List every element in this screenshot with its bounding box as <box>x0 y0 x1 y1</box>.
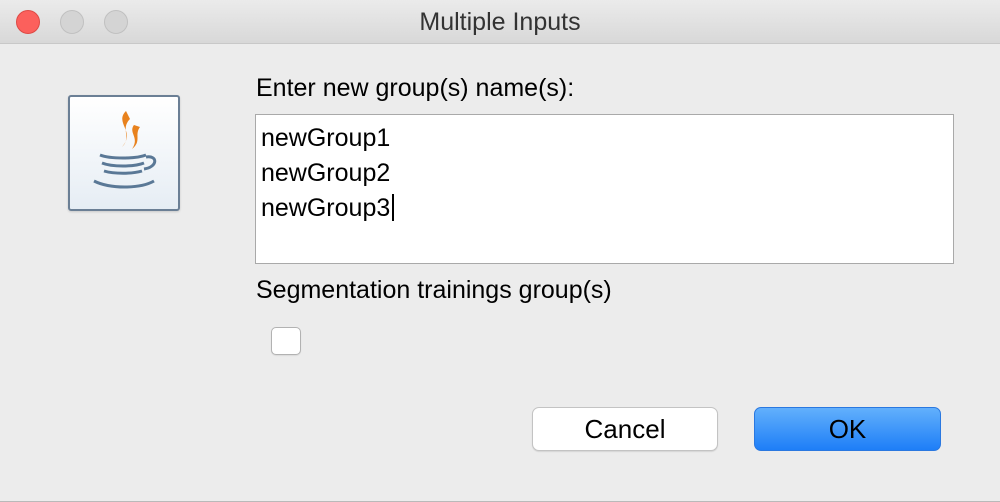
text-caret <box>392 194 395 221</box>
group-name-line: newGroup2 <box>261 159 391 187</box>
group-names-label: Enter new group(s) name(s): <box>256 74 575 102</box>
group-name-line: newGroup3 <box>261 191 953 226</box>
group-name-text: newGroup3 <box>261 194 391 222</box>
segmentation-checkbox-label: Segmentation trainings group(s) <box>256 276 612 304</box>
ok-button[interactable]: OK <box>754 407 941 451</box>
cancel-button[interactable]: Cancel <box>532 407 718 451</box>
group-name-line: newGroup1 <box>261 124 391 152</box>
title-bar[interactable]: Multiple Inputs <box>0 0 1000 44</box>
java-icon <box>68 95 180 211</box>
dialog-window: Multiple Inputs Enter new group(s) name(… <box>0 0 1000 502</box>
window-title: Multiple Inputs <box>419 8 581 36</box>
group-names-textarea[interactable]: newGroup1 newGroup2 newGroup3 <box>255 114 954 264</box>
segmentation-checkbox[interactable] <box>271 327 301 355</box>
